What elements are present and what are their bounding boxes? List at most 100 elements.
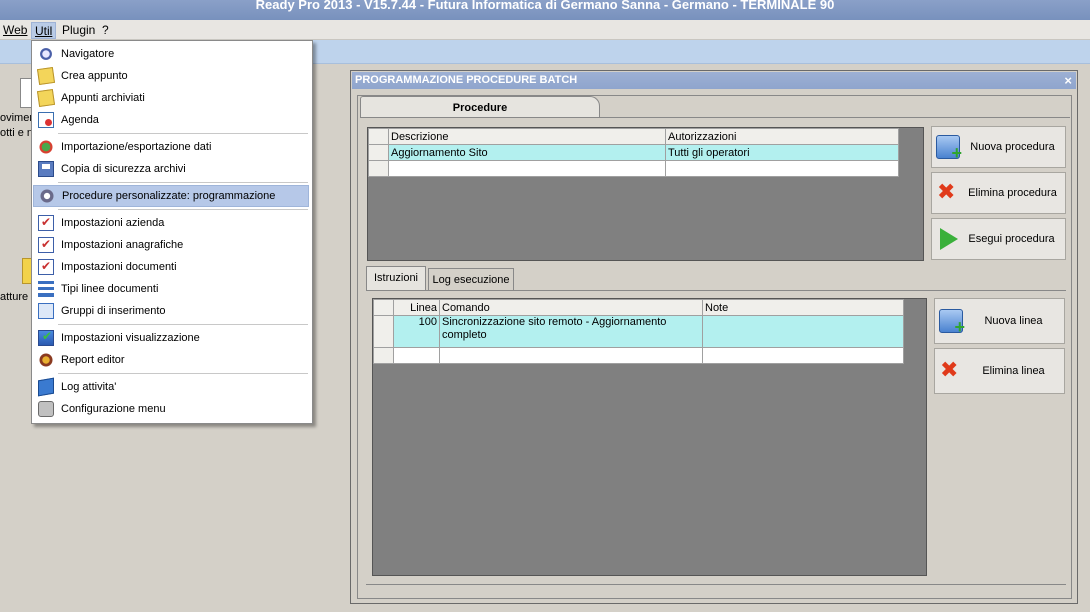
menu-item-impostazioni-documenti[interactable]: Impostazioni documenti: [33, 256, 309, 278]
menu-item-gruppi-inserimento[interactable]: Gruppi di inserimento: [33, 300, 309, 322]
menu-item-configurazione-menu[interactable]: Configurazione menu: [33, 398, 309, 420]
row-header-corner: [373, 299, 394, 316]
cell-autorizzazioni[interactable]: Tutti gli operatori: [665, 144, 899, 161]
menu-bar: Web Util Plugin ?: [0, 20, 1090, 40]
column-header-descrizione[interactable]: Descrizione: [388, 128, 666, 145]
instructions-grid[interactable]: Linea Comando Note 100 Sincronizzazione …: [372, 298, 927, 576]
menu-separator: [58, 133, 308, 134]
close-icon[interactable]: ×: [1064, 72, 1072, 89]
menu-item-label: Tipi linee documenti: [61, 283, 159, 295]
delete-icon: [939, 357, 963, 383]
cell-empty[interactable]: [702, 347, 904, 364]
menu-separator: [58, 324, 308, 325]
cell-empty[interactable]: [665, 160, 899, 177]
column-header-autorizzazioni[interactable]: Autorizzazioni: [665, 128, 899, 145]
run-procedure-button[interactable]: Esegui procedura: [931, 218, 1066, 260]
menu-item-label: Configurazione menu: [61, 403, 166, 415]
menu-plugin[interactable]: Plugin: [59, 22, 98, 39]
util-menu-dropdown: Navigatore Crea appunto Appunti archivia…: [31, 40, 313, 424]
grid-icon: [38, 303, 54, 319]
app-title-bar: Ready Pro 2013 - V15.7.44 - Futura Infor…: [0, 0, 1090, 20]
menu-item-log-attivita[interactable]: Log attivita': [33, 376, 309, 398]
column-header-comando[interactable]: Comando: [439, 299, 703, 316]
play-icon: [940, 228, 958, 250]
table-row[interactable]: 100 Sincronizzazione sito remoto - Aggio…: [373, 315, 904, 348]
cell-linea[interactable]: 100: [393, 315, 440, 348]
column-header-note[interactable]: Note: [702, 299, 904, 316]
menu-item-label: Impostazioni documenti: [61, 261, 177, 273]
navigator-icon: [38, 46, 54, 62]
delete-line-label: Elimina linea: [982, 365, 1045, 377]
row-header-corner: [368, 128, 389, 145]
menu-item-impostazioni-visualizzazione[interactable]: Impostazioni visualizzazione: [33, 327, 309, 349]
settings-check-icon: [38, 259, 54, 275]
menu-separator: [58, 209, 308, 210]
notes-archive-icon: [36, 88, 56, 108]
menu-item-backup[interactable]: Copia di sicurezza archivi: [33, 158, 309, 180]
tab-procedure[interactable]: Procedure: [360, 96, 600, 118]
import-export-icon: [38, 139, 54, 155]
tab-procedure-label: Procedure: [452, 102, 508, 114]
menu-item-label: Crea appunto: [61, 70, 128, 82]
log-icon: [38, 377, 54, 397]
bottom-divider: [366, 584, 1066, 585]
cell-empty[interactable]: [439, 347, 703, 364]
new-line-label: Nuova linea: [984, 315, 1043, 327]
menu-item-appunti-archiviati[interactable]: Appunti archiviati: [33, 87, 309, 109]
menu-item-label: Report editor: [61, 354, 125, 366]
settings-check-icon: [38, 237, 54, 253]
menu-item-label: Impostazioni visualizzazione: [61, 332, 200, 344]
menu-item-agenda[interactable]: Agenda: [33, 109, 309, 131]
menu-web[interactable]: Web: [0, 22, 30, 39]
procedures-table: Descrizione Autorizzazioni Aggiornamento…: [368, 128, 899, 177]
cell-comando[interactable]: Sincronizzazione sito remoto - Aggiornam…: [439, 315, 703, 348]
menu-item-report-editor[interactable]: Report editor: [33, 349, 309, 371]
menu-item-tipi-linee-documenti[interactable]: Tipi linee documenti: [33, 278, 309, 300]
desktop-label-partial-2: otti e n: [0, 127, 34, 139]
menu-item-label: Agenda: [61, 114, 99, 126]
table-row-empty[interactable]: [368, 160, 899, 177]
note-icon: [36, 66, 56, 86]
new-procedure-button[interactable]: Nuova procedura: [931, 126, 1066, 168]
menu-item-navigatore[interactable]: Navigatore: [33, 43, 309, 65]
delete-procedure-button[interactable]: Elimina procedura: [931, 172, 1066, 214]
table-row[interactable]: Aggiornamento Sito Tutti gli operatori: [368, 144, 899, 161]
menu-help[interactable]: ?: [99, 22, 112, 39]
desktop-label-partial-3: atture: [0, 291, 29, 303]
row-header[interactable]: [368, 160, 389, 177]
menu-item-label: Impostazioni azienda: [61, 217, 165, 229]
menu-item-label: Procedure personalizzate: programmazione: [62, 190, 276, 202]
cell-empty[interactable]: [388, 160, 666, 177]
cell-descrizione[interactable]: Aggiornamento Sito: [388, 144, 666, 161]
tab-istruzioni-label: Istruzioni: [373, 272, 419, 284]
delete-line-button[interactable]: Elimina linea: [934, 348, 1065, 394]
instructions-table: Linea Comando Note 100 Sincronizzazione …: [373, 299, 904, 364]
menu-separator: [58, 182, 308, 183]
table-row-empty[interactable]: [373, 347, 904, 364]
instructions-header-row: Linea Comando Note: [373, 299, 904, 316]
tab-istruzioni[interactable]: Istruzioni: [366, 266, 426, 290]
menu-util-label: Util: [35, 24, 53, 38]
menu-item-import-export[interactable]: Importazione/esportazione dati: [33, 136, 309, 158]
menu-util[interactable]: Util: [31, 22, 57, 39]
settings-check-icon: [38, 215, 54, 231]
subtab-divider: [366, 290, 1066, 291]
column-header-linea[interactable]: Linea: [393, 299, 440, 316]
tab-log-esecuzione[interactable]: Log esecuzione: [428, 268, 514, 290]
row-header[interactable]: [368, 144, 389, 161]
config-icon: [38, 401, 54, 417]
cell-empty[interactable]: [393, 347, 440, 364]
menu-item-procedure-personalizzate[interactable]: Procedure personalizzate: programmazione: [33, 185, 309, 207]
window-title: PROGRAMMAZIONE PROCEDURE BATCH: [355, 74, 578, 86]
menu-item-impostazioni-azienda[interactable]: Impostazioni azienda: [33, 212, 309, 234]
row-header[interactable]: [373, 315, 394, 348]
row-header[interactable]: [373, 347, 394, 364]
menu-item-label: Impostazioni anagrafiche: [61, 239, 184, 251]
cell-note[interactable]: [702, 315, 904, 348]
new-line-button[interactable]: Nuova linea: [934, 298, 1065, 344]
menu-item-impostazioni-anagrafiche[interactable]: Impostazioni anagrafiche: [33, 234, 309, 256]
window-content: Procedure Descrizione Autorizzazioni Agg…: [357, 95, 1072, 599]
menu-item-crea-appunto[interactable]: Crea appunto: [33, 65, 309, 87]
menu-item-label: Log attivita': [61, 381, 117, 393]
procedures-grid[interactable]: Descrizione Autorizzazioni Aggiornamento…: [367, 127, 924, 261]
